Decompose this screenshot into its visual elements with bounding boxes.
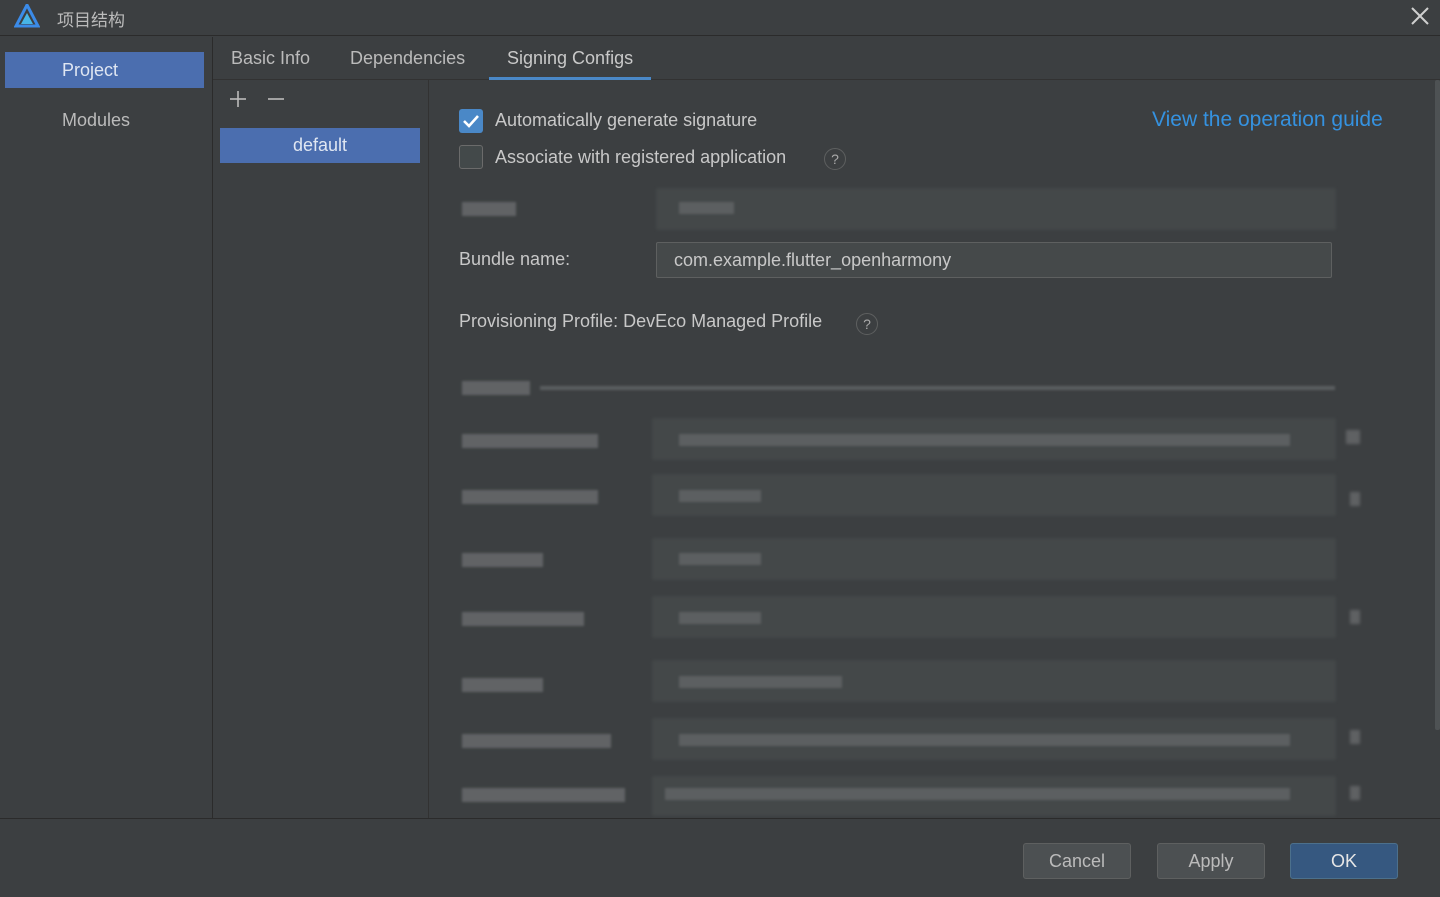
provisioning-profile-label: Provisioning Profile: DevEco Managed Pro… bbox=[459, 311, 823, 331]
left-nav: Project Modules bbox=[0, 37, 213, 818]
bundle-name-label: Bundle name: bbox=[459, 249, 571, 269]
tab-basic-info[interactable]: Basic Info bbox=[213, 37, 328, 80]
checkmark-icon bbox=[463, 115, 479, 128]
associate-help-icon[interactable]: ? bbox=[824, 148, 846, 170]
redacted-value bbox=[679, 553, 761, 565]
redacted-label bbox=[462, 553, 543, 567]
tab-bar: Basic Info Dependencies Signing Configs bbox=[213, 37, 1440, 80]
redacted-label bbox=[462, 490, 598, 504]
tab-dependencies[interactable]: Dependencies bbox=[332, 37, 483, 80]
apply-button[interactable]: Apply bbox=[1157, 843, 1265, 879]
redacted-label bbox=[462, 734, 611, 748]
title-bar: 项目结构 bbox=[0, 0, 1440, 36]
associate-app-checkbox[interactable] bbox=[459, 145, 483, 169]
redacted-label bbox=[462, 788, 625, 802]
bundle-name-input[interactable] bbox=[656, 242, 1332, 278]
redacted-value bbox=[679, 434, 1290, 446]
plus-icon[interactable] bbox=[227, 88, 249, 110]
ok-button[interactable]: OK bbox=[1290, 843, 1398, 879]
section-divider bbox=[540, 386, 1335, 390]
cancel-button[interactable]: Cancel bbox=[1023, 843, 1131, 879]
tab-signing-configs[interactable]: Signing Configs bbox=[489, 37, 652, 80]
close-icon[interactable] bbox=[1408, 4, 1432, 28]
redacted-label bbox=[462, 678, 543, 692]
provisioning-help-icon[interactable]: ? bbox=[856, 313, 878, 335]
redacted-value bbox=[665, 788, 1290, 800]
deveco-logo-icon bbox=[14, 4, 40, 28]
redacted-section-title bbox=[462, 381, 530, 395]
auto-generate-checkbox[interactable] bbox=[459, 109, 483, 133]
browse-icon[interactable] bbox=[1350, 786, 1360, 800]
redacted-label bbox=[462, 202, 516, 216]
associate-app-label: Associate with registered application bbox=[495, 147, 787, 167]
redacted-label bbox=[462, 612, 584, 626]
browse-icon[interactable] bbox=[1350, 730, 1360, 744]
browse-icon[interactable] bbox=[1346, 430, 1360, 444]
browse-icon[interactable] bbox=[1350, 492, 1360, 506]
redacted-value bbox=[679, 676, 842, 688]
auto-generate-label: Automatically generate signature bbox=[495, 110, 758, 130]
operation-guide-link[interactable]: View the operation guide bbox=[1152, 108, 1383, 132]
scrollbar-thumb[interactable] bbox=[1435, 80, 1440, 730]
minus-icon[interactable] bbox=[265, 88, 287, 110]
redacted-dropdown[interactable] bbox=[656, 188, 1336, 230]
redacted-value bbox=[679, 734, 1290, 746]
nav-item-modules[interactable]: Modules bbox=[5, 102, 204, 138]
nav-item-project[interactable]: Project bbox=[5, 52, 204, 88]
browse-icon[interactable] bbox=[1350, 610, 1360, 624]
window-title: 项目结构 bbox=[57, 11, 125, 30]
config-list-panel: default bbox=[213, 80, 429, 818]
redacted-value bbox=[679, 202, 734, 214]
redacted-value bbox=[679, 612, 761, 624]
config-item-default[interactable]: default bbox=[220, 128, 420, 163]
redacted-value bbox=[679, 490, 761, 502]
redacted-label bbox=[462, 434, 598, 448]
